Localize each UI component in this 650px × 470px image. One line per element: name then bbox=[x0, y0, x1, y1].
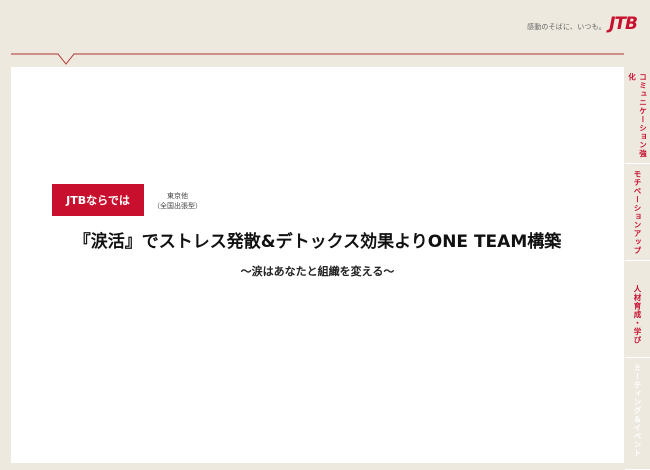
tagline: 感動のそばに、いつも。 bbox=[527, 23, 606, 31]
nav-tab-label: モチベーションアップ bbox=[633, 170, 642, 255]
location-line1: 東京他 bbox=[167, 192, 188, 200]
page-title: 『涙活』でストレス発散&デトックス効果よりONE TEAM構築 bbox=[73, 232, 562, 252]
side-navigation: コミュニケーション強化 モチベーションアップ 人材育成・学び ミーティング＆イベ… bbox=[625, 67, 650, 470]
nav-tab-label: ミーティング＆イベント bbox=[633, 364, 642, 458]
content-card: JTBならでは 東京他 （全国出張型） 『涙活』でストレス発散&デトックス効果よ… bbox=[11, 67, 624, 463]
jtb-badge: JTBならでは bbox=[52, 184, 144, 216]
page-subtitle: ～涙はあなたと組織を変える～ bbox=[240, 265, 395, 278]
nav-tab-label: コミュニケーション強化 bbox=[627, 73, 648, 158]
header-divider bbox=[11, 53, 624, 65]
nav-tab-label: 人材育成・学び bbox=[633, 285, 642, 345]
nav-tab-meeting-event[interactable]: ミーティング＆イベント bbox=[625, 358, 650, 470]
jtb-logo[interactable]: JTB bbox=[609, 14, 638, 34]
location-info: 東京他 （全国出張型） bbox=[153, 191, 202, 211]
nav-tab-training[interactable]: 人材育成・学び bbox=[625, 261, 650, 358]
nav-tab-communication[interactable]: コミュニケーション強化 bbox=[625, 67, 650, 164]
location-line2: （全国出張型） bbox=[153, 202, 202, 210]
nav-tab-motivation[interactable]: モチベーションアップ bbox=[625, 164, 650, 261]
